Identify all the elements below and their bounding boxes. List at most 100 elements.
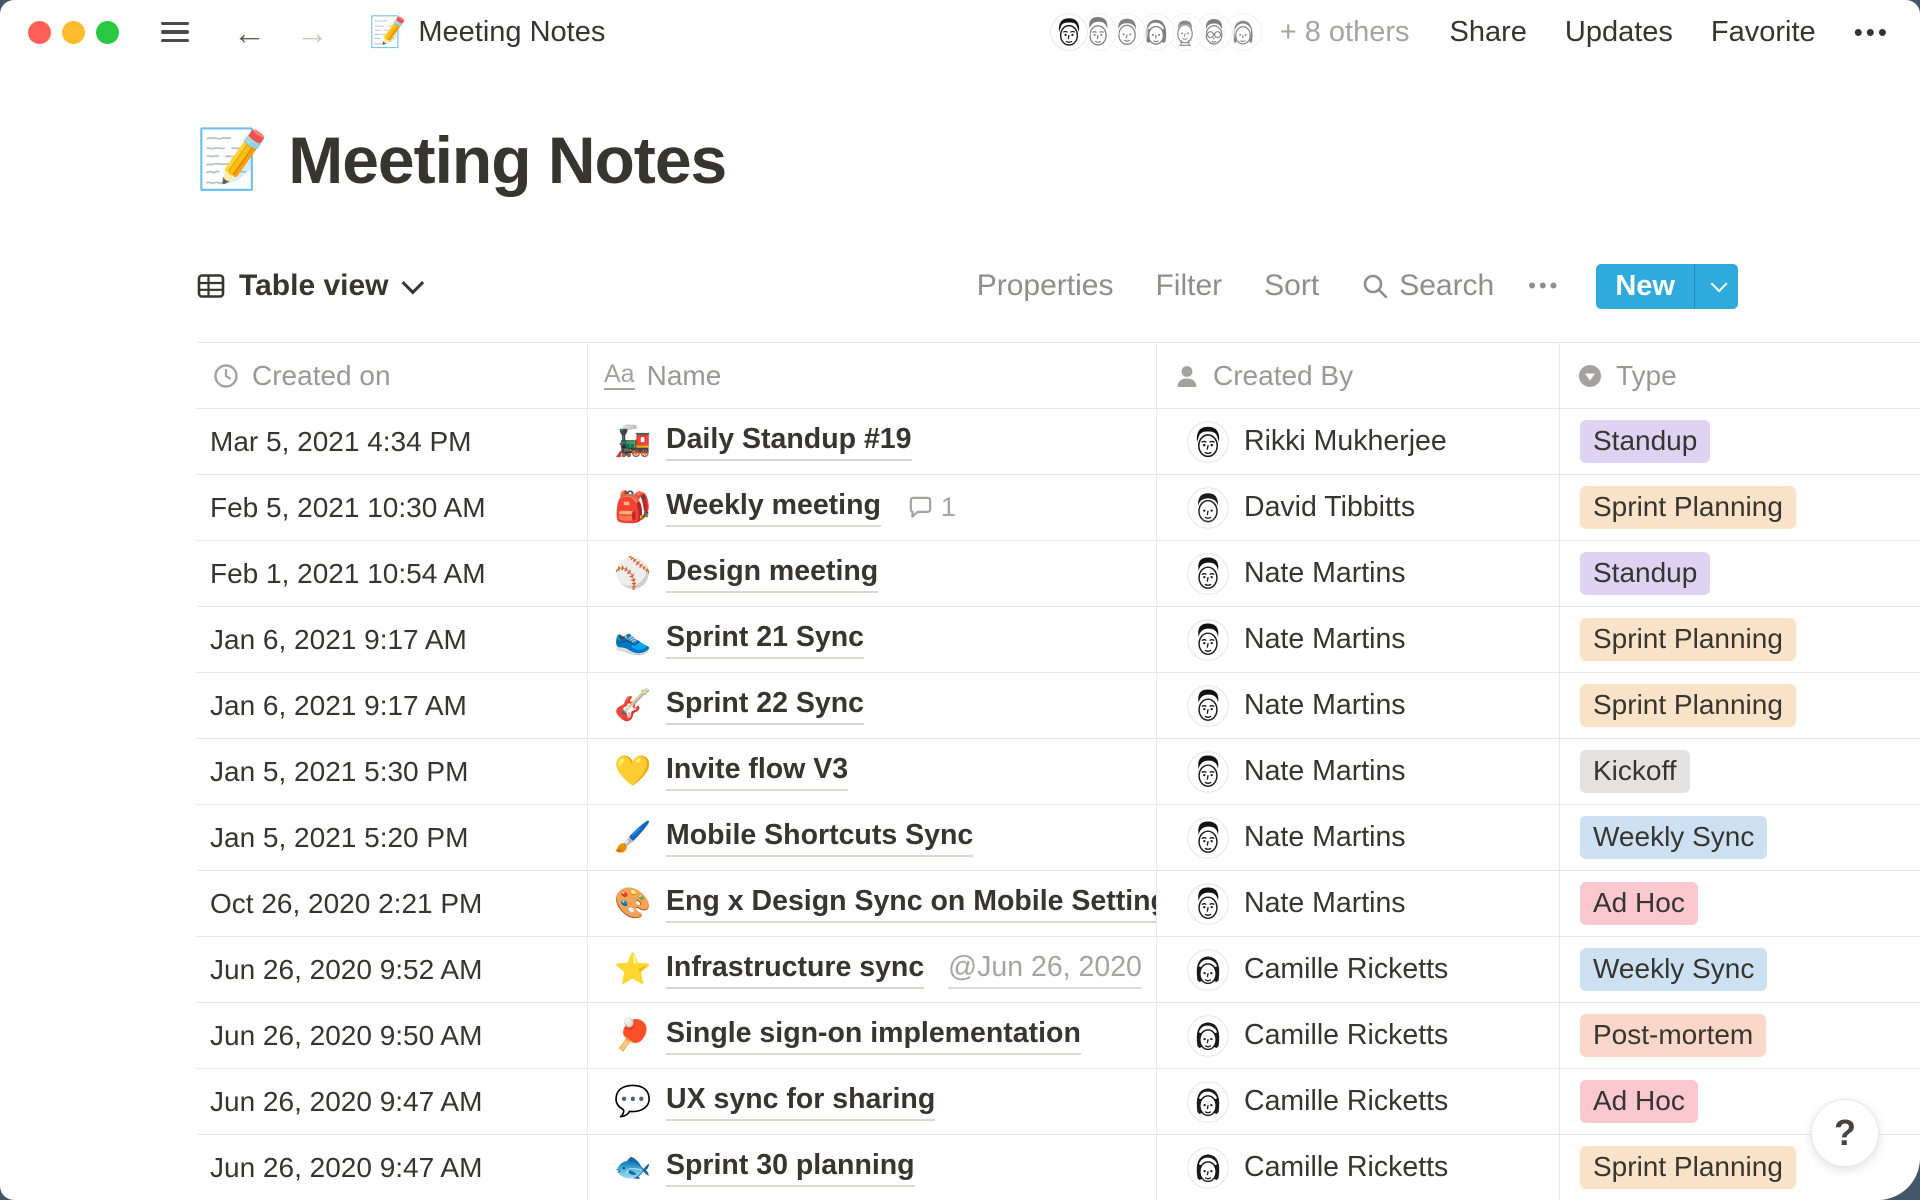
page-link[interactable]: Infrastructure sync	[666, 951, 924, 989]
page-emoji-icon: 🎸	[614, 688, 652, 723]
close-window-button[interactable]	[28, 21, 51, 44]
type-cell[interactable]: Weekly Sync	[1560, 937, 1920, 1002]
view-more-options-icon[interactable]: •••	[1528, 273, 1560, 299]
search-label: Search	[1399, 269, 1494, 303]
page-link[interactable]: Invite flow V3	[666, 753, 848, 791]
updates-button[interactable]: Updates	[1565, 16, 1673, 49]
page-link[interactable]: Sprint 21 Sync	[666, 621, 864, 659]
type-cell[interactable]: Sprint Planning	[1560, 607, 1920, 672]
page-emoji-icon: 💬	[614, 1084, 652, 1119]
type-cell[interactable]: Weekly Sync	[1560, 805, 1920, 870]
table-row: Jan 6, 2021 9:17 AM 🎸 Sprint 22 Sync Nat…	[196, 673, 1920, 739]
created-on-cell[interactable]: Mar 5, 2021 4:34 PM	[196, 409, 588, 474]
name-cell[interactable]: 🎒 Weekly meeting 1	[588, 475, 1157, 540]
name-cell[interactable]: 👟 Sprint 21 Sync	[588, 607, 1157, 672]
zoom-window-button[interactable]	[96, 21, 119, 44]
name-cell[interactable]: 🎸 Sprint 22 Sync	[588, 673, 1157, 738]
new-dropdown-button[interactable]	[1694, 264, 1738, 309]
created-on-cell[interactable]: Jun 26, 2020 9:47 AM	[196, 1069, 588, 1134]
title-property-icon: Aa	[604, 361, 635, 390]
created-on-cell[interactable]: Jun 26, 2020 9:47 AM	[196, 1135, 588, 1200]
date-mention[interactable]: @Jun 26, 2020	[948, 951, 1142, 989]
created-on-cell[interactable]: Feb 1, 2021 10:54 AM	[196, 541, 588, 606]
created-by-cell[interactable]: Camille Ricketts	[1157, 1069, 1560, 1134]
type-cell[interactable]: Sprint Planning	[1560, 475, 1920, 540]
created-on-cell[interactable]: Jun 26, 2020 9:50 AM	[196, 1003, 588, 1068]
page-link[interactable]: Mobile Shortcuts Sync	[666, 819, 973, 857]
table-row: Feb 5, 2021 10:30 AM 🎒 Weekly meeting 1 …	[196, 475, 1920, 541]
created-on-cell[interactable]: Feb 5, 2021 10:30 AM	[196, 475, 588, 540]
page-title-emoji-icon[interactable]: 📝	[196, 131, 268, 189]
favorite-button[interactable]: Favorite	[1711, 16, 1816, 49]
page-link[interactable]: Sprint 22 Sync	[666, 687, 864, 725]
created-on-cell[interactable]: Jan 6, 2021 9:17 AM	[196, 673, 588, 738]
created-by-cell[interactable]: Rikki Mukherjee	[1157, 409, 1560, 474]
created-by-cell[interactable]: Nate Martins	[1157, 805, 1560, 870]
created-on-cell[interactable]: Oct 26, 2020 2:21 PM	[196, 871, 588, 936]
help-button[interactable]: ?	[1811, 1099, 1879, 1167]
created-by-cell[interactable]: Nate Martins	[1157, 739, 1560, 804]
table-row: Feb 1, 2021 10:54 AM ⚾ Design meeting Na…	[196, 541, 1920, 607]
name-cell[interactable]: 💬 UX sync for sharing	[588, 1069, 1157, 1134]
type-badge: Standup	[1580, 420, 1710, 463]
creator-avatar	[1187, 553, 1229, 595]
type-cell[interactable]: Standup	[1560, 409, 1920, 474]
page-link[interactable]: Daily Standup #19	[666, 423, 912, 461]
created-on-cell[interactable]: Jun 26, 2020 9:52 AM	[196, 937, 588, 1002]
type-cell[interactable]: Ad Hoc	[1560, 871, 1920, 936]
type-badge: Sprint Planning	[1580, 618, 1796, 661]
filter-button[interactable]: Filter	[1155, 269, 1222, 303]
forward-arrow-icon[interactable]: →	[296, 16, 329, 49]
creator-avatar	[1187, 883, 1229, 925]
search-button[interactable]: Search	[1361, 269, 1494, 303]
type-cell[interactable]: Standup	[1560, 541, 1920, 606]
column-header-created-by[interactable]: Created By	[1157, 343, 1560, 408]
name-cell[interactable]: 🎨 Eng x Design Sync on Mobile Settings	[588, 871, 1157, 936]
page-link[interactable]: Sprint 30 planning	[666, 1149, 915, 1187]
type-cell[interactable]: Sprint Planning	[1560, 673, 1920, 738]
name-cell[interactable]: 💛 Invite flow V3	[588, 739, 1157, 804]
column-header-type[interactable]: Type	[1560, 343, 1920, 408]
page-link[interactable]: UX sync for sharing	[666, 1083, 935, 1121]
created-by-cell[interactable]: Nate Martins	[1157, 673, 1560, 738]
name-cell[interactable]: 🖌️ Mobile Shortcuts Sync	[588, 805, 1157, 870]
view-selector[interactable]: Table view	[196, 269, 418, 303]
name-cell[interactable]: 🚂 Daily Standup #19	[588, 409, 1157, 474]
type-cell[interactable]: Kickoff	[1560, 739, 1920, 804]
name-cell[interactable]: 🏓 Single sign-on implementation	[588, 1003, 1157, 1068]
back-arrow-icon[interactable]: ←	[233, 16, 266, 49]
minimize-window-button[interactable]	[62, 21, 85, 44]
name-cell[interactable]: ⭐ Infrastructure sync @Jun 26, 2020	[588, 937, 1157, 1002]
created-on-cell[interactable]: Jan 5, 2021 5:20 PM	[196, 805, 588, 870]
sort-button[interactable]: Sort	[1264, 269, 1319, 303]
name-cell[interactable]: ⚾ Design meeting	[588, 541, 1157, 606]
created-by-cell[interactable]: Nate Martins	[1157, 871, 1560, 936]
page-link[interactable]: Design meeting	[666, 555, 878, 593]
page-link[interactable]: Weekly meeting	[666, 489, 881, 527]
page-link[interactable]: Single sign-on implementation	[666, 1017, 1081, 1055]
created-by-cell[interactable]: David Tibbitts	[1157, 475, 1560, 540]
type-cell[interactable]: Post-mortem	[1560, 1003, 1920, 1068]
created-by-cell[interactable]: Nate Martins	[1157, 541, 1560, 606]
column-header-created-on[interactable]: Created on	[196, 343, 588, 408]
created-by-cell[interactable]: Camille Ricketts	[1157, 1003, 1560, 1068]
page-link[interactable]: Eng x Design Sync on Mobile Settings	[666, 885, 1157, 923]
comment-count[interactable]: 1	[907, 492, 956, 523]
created-on-cell[interactable]: Jan 5, 2021 5:30 PM	[196, 739, 588, 804]
created-by-cell[interactable]: Camille Ricketts	[1157, 1135, 1560, 1200]
created-by-cell[interactable]: Nate Martins	[1157, 607, 1560, 672]
created-on-cell[interactable]: Jan 6, 2021 9:17 AM	[196, 607, 588, 672]
breadcrumb[interactable]: 📝 Meeting Notes	[369, 15, 605, 50]
new-button[interactable]: New	[1596, 264, 1694, 309]
breadcrumb-label: Meeting Notes	[418, 16, 605, 49]
name-cell[interactable]: 🐟 Sprint 30 planning	[588, 1135, 1157, 1200]
properties-button[interactable]: Properties	[977, 269, 1114, 303]
sidebar-toggle-icon[interactable]	[161, 22, 189, 42]
collaborator-avatar-stack[interactable]	[1048, 11, 1264, 53]
share-button[interactable]: Share	[1450, 16, 1527, 49]
more-options-icon[interactable]: •••	[1854, 17, 1890, 48]
page-title[interactable]: Meeting Notes	[288, 122, 726, 198]
column-header-name[interactable]: Aa Name	[588, 343, 1157, 408]
created-by-cell[interactable]: Camille Ricketts	[1157, 937, 1560, 1002]
avatar-overflow-count[interactable]: + 8 others	[1280, 16, 1410, 49]
